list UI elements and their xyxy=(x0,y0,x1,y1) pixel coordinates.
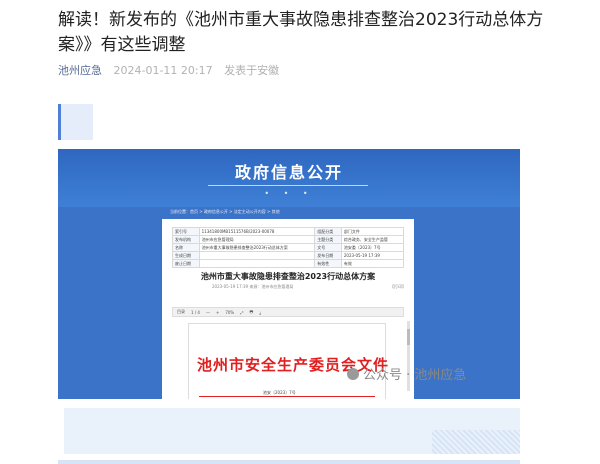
info-key: 废止日期 xyxy=(172,259,200,268)
doc-source: 2023-05-19 17:39 来源：池州市应急管理局 xyxy=(212,284,294,289)
pdf-toolbar-item: ⤓ xyxy=(259,309,261,315)
info-key: 发布日期 xyxy=(314,251,342,260)
banner-dots: • • • xyxy=(264,189,314,198)
quote-block xyxy=(58,104,93,140)
pdf-toolbar-item: + xyxy=(215,309,220,315)
info-key: 组配分类 xyxy=(314,227,342,236)
next-quote-block xyxy=(64,408,520,454)
info-key: 主题分类 xyxy=(314,235,342,244)
info-key: 发布机构 xyxy=(172,235,200,244)
next-image-strip xyxy=(58,460,520,464)
wechat-icon xyxy=(347,367,359,380)
info-value: 有效 xyxy=(340,259,405,268)
info-table: 索引号 11341800MB1511576B/2023-00078 组配分类 部门文件… xyxy=(172,227,405,268)
banner: 政府信息公开 • • • xyxy=(58,149,520,207)
info-value: 2023-05-19 17:39 xyxy=(340,251,405,260)
red-rule xyxy=(199,396,375,397)
doc-title: 池州市重大事故隐患排查整治2023行动总体方案 xyxy=(200,272,376,281)
hatched-corner xyxy=(432,430,520,454)
article-meta: 池州应急 2024-01-11 20:17 发表于安徽 xyxy=(58,62,279,78)
info-row: 废止日期 有效性 有效 xyxy=(172,259,405,268)
article-image[interactable]: 政府信息公开 • • • 当前位置：首页 > 政府信息公开 > 法定主动公开内容… xyxy=(58,149,520,399)
info-value: 综合政务、安全生产监管 xyxy=(340,235,405,244)
pdf-toolbar-item: — xyxy=(205,309,210,315)
info-key: 文号 xyxy=(314,243,342,252)
breadcrumb: 当前位置：首页 > 政府信息公开 > 法定主动公开内容 > 其他 xyxy=(170,209,280,214)
info-key: 生成日期 xyxy=(172,251,200,260)
info-value: 池安委〔2023〕7号 xyxy=(340,243,405,252)
watermark-text: 公众号 · 池州应急 xyxy=(363,368,467,383)
print-link: 【打印】 xyxy=(390,284,406,289)
info-value: 11341800MB1511576B/2023-00078 xyxy=(198,227,316,236)
info-value: 池州市重大事故隐患排查整治2023行动总体方案 xyxy=(198,243,316,252)
scrollbar-thumb xyxy=(407,329,410,345)
info-key: 有效性 xyxy=(314,259,342,268)
info-row: 发布机构 池州市应急管理局 主题分类 综合政务、安全生产监管 xyxy=(172,235,405,244)
banner-divider xyxy=(208,185,368,186)
info-value: 池州市应急管理局 xyxy=(198,235,316,244)
info-value xyxy=(198,251,316,260)
info-value: 部门文件 xyxy=(340,227,405,236)
pdf-toolbar-item: 70% xyxy=(225,309,235,315)
banner-title: 政府信息公开 xyxy=(234,163,343,182)
article-title: 解读！新发布的《池州市重大事故隐患排查整治2023行动总体方案》》有这些调整 xyxy=(58,10,544,55)
info-key: 名称 xyxy=(172,243,200,252)
info-row: 生成日期 发布日期 2023-05-19 17:39 xyxy=(172,251,405,260)
publish-date: 2024-01-11 20:17 xyxy=(113,64,213,77)
pdf-page: 池州市安全生产委员会文件 池安〔2023〕7号 xyxy=(188,323,390,399)
pdf-toolbar-item: 1 / 4 xyxy=(191,309,200,315)
pdf-toolbar-item: ⤢ xyxy=(240,309,244,315)
watermark: 公众号 · 池州应急 xyxy=(347,364,466,383)
pdf-toolbar: 目录 1 / 4 — +70% ⤢ 🖶 ⤓ xyxy=(172,307,404,317)
author-link[interactable]: 池州应急 xyxy=(58,64,102,77)
pdf-toolbar-item: 🖶 xyxy=(249,308,254,314)
info-row: 名称 池州市重大事故隐患排查整治2023行动总体方案 文号 池安委〔2023〕7号 xyxy=(172,243,405,252)
publish-location: 发表于安徽 xyxy=(224,64,280,77)
red-header: 池州市安全生产委员会文件 xyxy=(197,356,390,374)
info-key: 索引号 xyxy=(172,227,200,236)
info-row: 索引号 11341800MB1511576B/2023-00078 组配分类 部门文件 xyxy=(172,227,405,236)
info-value xyxy=(198,259,316,268)
pdf-toolbar-item: 目录 xyxy=(177,309,185,314)
